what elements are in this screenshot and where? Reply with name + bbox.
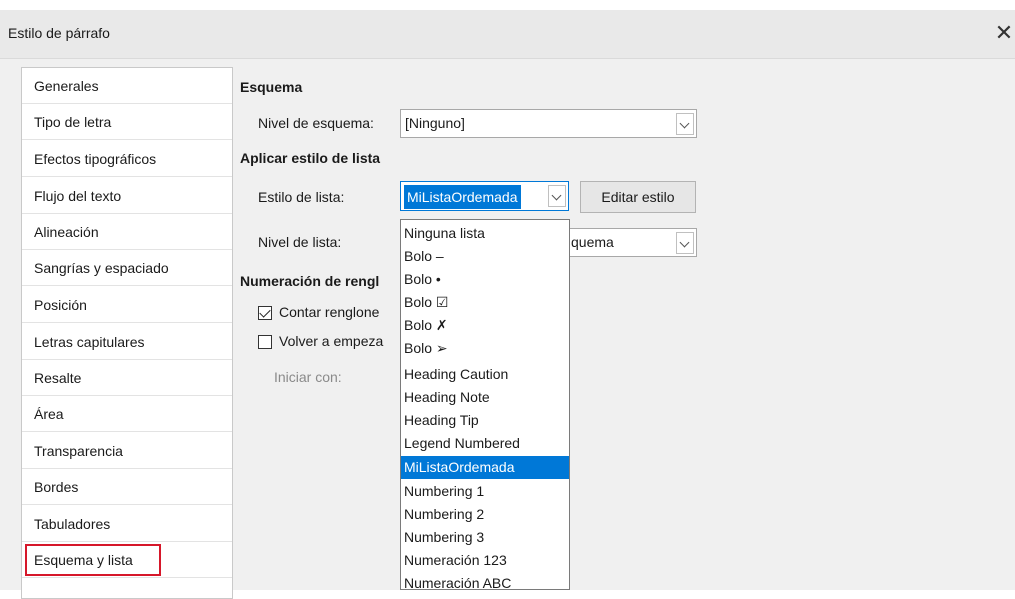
sidebar-item-label: Generales (34, 78, 99, 94)
sidebar-item-label: Bordes (34, 479, 79, 495)
outline-level-value: [Ninguno] (405, 115, 465, 131)
sidebar-item-label: Tabuladores (34, 516, 111, 532)
dropdown-option-heading-tip[interactable]: Heading Tip (401, 409, 569, 432)
sidebar-item-transparencia[interactable]: Transparencia (22, 433, 232, 469)
sidebar-item-label: Flujo del texto (34, 188, 122, 204)
sidebar-item-area[interactable]: Área (22, 396, 232, 432)
dropdown-option-numbering-1[interactable]: Numbering 1 (401, 480, 569, 503)
dropdown-option-numbering-2[interactable]: Numbering 2 (401, 503, 569, 526)
list-level-label: Nivel de lista: (258, 234, 342, 250)
sidebar-item-efectos-tipograficos[interactable]: Efectos tipográficos (22, 141, 232, 177)
sidebar-item-letras-capitulares[interactable]: Letras capitulares (22, 324, 232, 360)
sidebar-item-label: Tipo de letra (34, 114, 112, 130)
sidebar-item-tipo-de-letra[interactable]: Tipo de letra (22, 104, 232, 140)
dialog-title: Estilo de párrafo (8, 25, 110, 41)
line-numbering-section-header: Numeración de rengl (240, 273, 380, 289)
sidebar-item-tabuladores[interactable]: Tabuladores (22, 506, 232, 542)
sidebar-item-label: Efectos tipográficos (34, 151, 157, 167)
count-lines-label: Contar renglone (279, 304, 380, 320)
sidebar-item-flujo-del-texto[interactable]: Flujo del texto (22, 178, 232, 214)
outline-section-header: Esquema (240, 79, 303, 95)
sidebar-item-esquema-y-lista[interactable]: Esquema y lista (22, 542, 232, 578)
sidebar-item-label: Alineación (34, 224, 99, 240)
sidebar-item-label: Posición (34, 297, 87, 313)
dropdown-option-bolo-x[interactable]: Bolo ✗ (401, 314, 569, 337)
sidebar-item-label: Área (34, 406, 64, 422)
count-lines-checkbox[interactable] (258, 306, 272, 320)
dropdown-option-numeracion-123[interactable]: Numeración 123 (401, 549, 569, 572)
outline-level-select[interactable]: [Ninguno] (400, 109, 697, 138)
dropdown-option-ninguna-lista[interactable]: Ninguna lista (401, 222, 569, 245)
sidebar-item-label: Letras capitulares (34, 334, 145, 350)
list-style-dropdown[interactable]: Ninguna lista Bolo – Bolo • Bolo ☑ Bolo … (400, 219, 570, 590)
sidebar-item-label: Transparencia (34, 443, 123, 459)
list-style-label: Estilo de lista: (258, 189, 345, 205)
dropdown-option-bolo-dash[interactable]: Bolo – (401, 245, 569, 268)
dropdown-option-heading-note[interactable]: Heading Note (401, 386, 569, 409)
sidebar-item-generales[interactable]: Generales (22, 68, 232, 104)
dropdown-option-bolo-arrow[interactable]: Bolo ➢ (401, 337, 569, 360)
chevron-down-icon[interactable] (676, 232, 694, 254)
dropdown-option-bolo-check[interactable]: Bolo ☑ (401, 291, 569, 314)
dropdown-option-heading-caution[interactable]: Heading Caution (401, 363, 569, 386)
sidebar-item-resalte[interactable]: Resalte (22, 360, 232, 396)
restart-numbering-checkbox[interactable] (258, 335, 272, 349)
sidebar-item-label: Sangrías y espaciado (34, 260, 169, 276)
restart-numbering-label: Volver a empeza (279, 333, 384, 349)
title-bar: Estilo de párrafo ✕ (0, 10, 1015, 59)
sidebar-item-sangrias-y-espaciado[interactable]: Sangrías y espaciado (22, 250, 232, 286)
start-with-label: Iniciar con: (274, 369, 342, 385)
list-style-section-header: Aplicar estilo de lista (240, 150, 381, 166)
chevron-down-icon[interactable] (676, 113, 694, 135)
outline-level-label: Nivel de esquema: (258, 115, 374, 131)
chevron-down-icon[interactable] (548, 185, 566, 207)
close-icon[interactable]: ✕ (994, 19, 1014, 47)
sidebar-item-label: Esquema y lista (34, 552, 133, 568)
dropdown-option-legend-numbered[interactable]: Legend Numbered (401, 432, 569, 455)
list-style-select[interactable]: MiListaOrdemada (400, 181, 569, 211)
sidebar-item-alineacion[interactable]: Alineación (22, 214, 232, 250)
sidebar-item-label: Resalte (34, 370, 82, 386)
dropdown-option-numeracion-abc[interactable]: Numeración ABC (401, 572, 569, 589)
list-style-value: MiListaOrdemada (404, 185, 521, 209)
dropdown-option-bolo-dot[interactable]: Bolo • (401, 268, 569, 291)
sidebar-item-posicion[interactable]: Posición (22, 287, 232, 323)
sidebar-item-bordes[interactable]: Bordes (22, 469, 232, 505)
dropdown-option-numbering-3[interactable]: Numbering 3 (401, 526, 569, 549)
dropdown-option-milistaordemada[interactable]: MiListaOrdemada (401, 456, 569, 479)
edit-style-button[interactable]: Editar estilo (580, 181, 696, 213)
list-level-value: quema (571, 234, 614, 250)
category-list: Generales Tipo de letra Efectos tipográf… (21, 67, 233, 599)
